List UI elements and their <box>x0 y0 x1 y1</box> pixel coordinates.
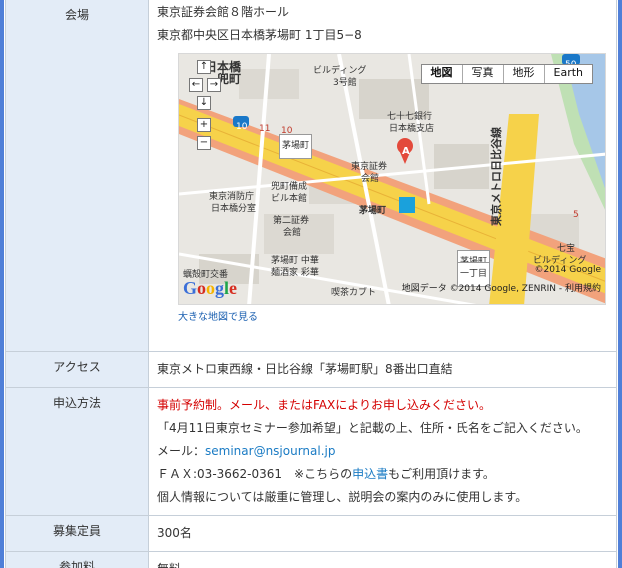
capacity-label: 募集定員 <box>5 515 149 552</box>
venue-label: 会場 <box>5 0 149 352</box>
venue-name: 東京証券会館８階ホール <box>157 5 290 19</box>
apply-row: 申込方法 事前予約制。メール、またはFAXによりお申し込みください。 「4月11… <box>5 387 617 516</box>
access-row: アクセス 東京メトロ東西線・日比谷線「茅場町駅」8番出口直結 <box>5 351 617 388</box>
fee-label: 参加料 <box>5 551 149 568</box>
map-label-bank-branch: 日本橋支店 <box>389 124 435 134</box>
map-label-building-3: 3号館 <box>333 78 357 88</box>
apply-notice: 事前予約制。メール、またはFAXによりお申し込みください。 <box>157 398 491 412</box>
map-data-footer[interactable]: 地図データ ©2014 Google, ZENRIN - 利用規約 <box>402 278 601 301</box>
google-map[interactable]: 日本橋 兜町 ビルディング 3号館 七十七銀行 日本橋支店 茅場町 東京証券 会… <box>178 53 606 305</box>
fax-suffix: もご利用頂けます。 <box>388 467 495 481</box>
capacity-row: 募集定員 300名 <box>5 515 617 552</box>
larger-map-link[interactable]: 大きな地図で見る <box>178 311 608 325</box>
map-type-earth-button[interactable]: Earth <box>545 65 593 83</box>
application-form-link[interactable]: 申込書 <box>352 467 388 481</box>
pan-left-icon[interactable]: ← <box>189 78 203 92</box>
apply-mail-line: メール：seminar@nsjournal.jp <box>157 440 608 463</box>
mail-link[interactable]: seminar@nsjournal.jp <box>205 444 335 458</box>
map-label-hibiya-line: 東京メトロ日比谷線 <box>490 127 503 226</box>
apply-value: 事前予約制。メール、またはFAXによりお申し込みください。 「4月11日東京セミ… <box>148 387 617 516</box>
access-label: アクセス <box>5 351 149 388</box>
map-pin-a[interactable]: A <box>402 140 410 163</box>
fax-prefix: ＦＡＸ:03-3662-0361 ※こちらの <box>157 467 353 481</box>
map-label-no2-2: 会館 <box>283 228 302 238</box>
fee-value: 無料 <box>148 551 617 568</box>
capacity-value: 300名 <box>148 515 617 552</box>
fee-row: 参加料 無料 <box>5 551 617 568</box>
privacy-note: 個人情報については厳重に管理し、説明会の案内のみに使用します。 <box>157 490 528 504</box>
map-route-10a: 10 <box>236 122 248 132</box>
map-label-shippo: 七宝 <box>557 244 576 254</box>
map-label-fire-branch: 日本橋分室 <box>211 204 257 214</box>
map-route-5: 5 <box>573 210 579 220</box>
map-label-station: 茅場町 <box>359 206 387 216</box>
map-label-venue-b: 会館 <box>361 174 380 184</box>
venue-row: 会場 東京証券会館８階ホール 東京都中央区日本橋茅場町 1丁目5−8 日本橋 兜… <box>5 0 617 352</box>
map-type-terrain-button[interactable]: 地形 <box>504 65 545 83</box>
mail-prefix: メール： <box>157 444 206 458</box>
pan-up-icon[interactable]: ↑ <box>197 60 211 74</box>
map-route-10b: 10 <box>281 126 293 136</box>
zoom-in-icon[interactable]: + <box>197 118 211 132</box>
google-logo: Google <box>183 278 238 298</box>
event-info-table: 会場 東京証券会館８階ホール 東京都中央区日本橋茅場町 1丁目5−8 日本橋 兜… <box>5 0 617 568</box>
map-type-photo-button[interactable]: 写真 <box>463 65 504 83</box>
map-label-bldg-2: ビル本館 <box>271 194 308 204</box>
map-route-11: 11 <box>259 124 271 134</box>
map-type-selector: 地図 写真 地形 Earth <box>420 64 593 84</box>
pan-down-icon[interactable]: ↓ <box>197 96 211 110</box>
page-frame: 会場 東京証券会館８階ホール 東京都中央区日本橋茅場町 1丁目5−8 日本橋 兜… <box>0 0 622 568</box>
apply-instructions: 「4月11日東京セミナー参加希望」と記載の上、住所・氏名をご記入ください。 <box>157 421 588 435</box>
venue-value: 東京証券会館８階ホール 東京都中央区日本橋茅場町 1丁目5−8 日本橋 兜町 ビ… <box>148 0 617 352</box>
venue-address: 東京都中央区日本橋茅場町 1丁目5−8 <box>157 28 362 42</box>
access-value: 東京メトロ東西線・日比谷線「茅場町駅」8番出口直結 <box>148 351 617 388</box>
apply-fax-line: ＦＡＸ:03-3662-0361 ※こちらの申込書もご利用頂けます。 <box>157 463 608 486</box>
apply-label: 申込方法 <box>5 387 149 516</box>
pan-right-icon[interactable]: → <box>207 78 221 92</box>
map-label-kafuto: 喫茶カブト <box>331 288 377 298</box>
map-label-chuka-2: 麺酒家 彩華 <box>271 268 319 278</box>
zoom-out-icon[interactable]: − <box>197 136 211 150</box>
map-type-map-button[interactable]: 地図 <box>422 65 463 83</box>
